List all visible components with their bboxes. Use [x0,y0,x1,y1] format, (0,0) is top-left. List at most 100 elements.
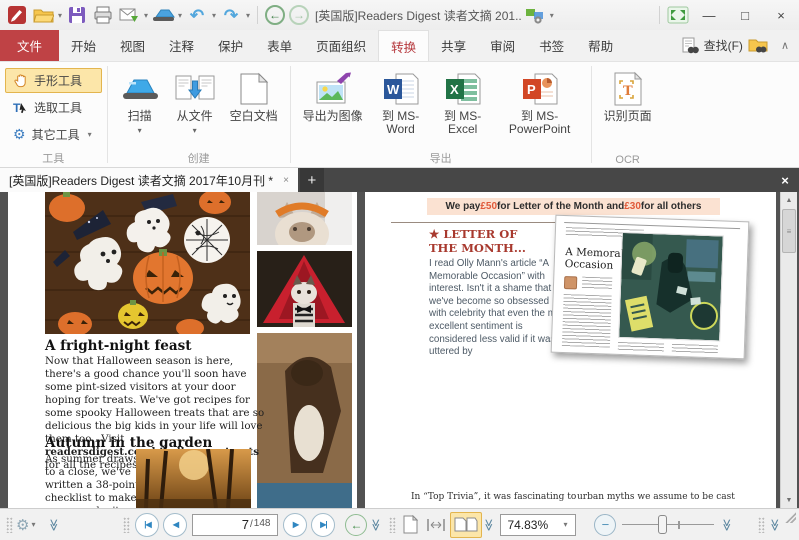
ocr-pages-button[interactable]: T 识别页面 [597,65,659,123]
scan-quick-button[interactable] [150,2,176,28]
tab-organize[interactable]: 页面组织 [304,30,378,61]
expand-view-chevron[interactable]: ≫ [482,518,496,532]
tab-protect[interactable]: 保护 [206,30,255,61]
export-image-button[interactable]: 导出为图像 [296,65,370,123]
dog-photo [257,333,352,508]
titlebar-separator [659,6,660,24]
from-file-dropdown-caret[interactable]: ▾ [193,124,197,137]
document-tab-title: [英国版]Readers Digest 读者文摘 2017年10月刊 * [9,172,273,189]
collapse-ribbon-button[interactable]: ∧ [781,39,789,52]
open-file-dropdown[interactable]: ▾ [56,11,64,20]
email-button[interactable] [116,2,142,28]
toolbar-grip[interactable] [389,517,396,533]
document-tab-close-icon[interactable]: × [283,175,289,186]
status-gear-dropdown[interactable]: ▾ [29,520,37,529]
view-options-icon[interactable] [522,2,548,28]
redo-button[interactable]: ↷ [218,2,244,28]
cat-cape-photo [257,251,352,327]
find-document-icon[interactable] [681,37,699,55]
select-tool-button[interactable]: T 选取工具 [5,95,102,120]
scan-dropdown[interactable]: ▾ [176,11,184,20]
find-label[interactable]: 查找(F) [704,37,743,54]
scan-label: 扫描 [128,110,152,123]
tab-view[interactable]: 视图 [108,30,157,61]
document-view[interactable]: A fright-night feast Now that Halloween … [0,192,799,508]
fit-width-button[interactable] [422,512,450,538]
other-tools-button[interactable]: ⚙ 其它工具 ▾ [5,122,102,147]
two-page-view-button[interactable] [450,512,482,538]
letter-body: I read Olly Mann's article “A Memorable … [429,258,569,359]
group-label-create: 创建 [108,150,290,166]
open-file-button[interactable] [30,2,56,28]
first-page-button[interactable]: |◀ [135,513,159,537]
scan-dropdown-caret[interactable]: ▾ [138,124,142,137]
window-close-button[interactable]: × [763,2,799,28]
scroll-down-arrow[interactable]: ▼ [781,492,797,508]
tab-file[interactable]: 文件 [0,30,59,61]
tab-home[interactable]: 开始 [59,30,108,61]
scrollbar-thumb[interactable]: ≡ [782,209,796,253]
print-button[interactable] [90,2,116,28]
status-gear-icon[interactable]: ⚙ [16,516,29,534]
previous-page-button[interactable]: ◀ [163,513,187,537]
from-file-label: 从文件 [177,110,213,123]
zoom-level-select[interactable]: 74.83% ▾ [500,514,576,536]
export-ppt-button[interactable]: P 到 MS-PowerPoint [494,65,586,136]
expand-toolbar-chevron[interactable]: ≫ [47,518,61,532]
toolbar-grip[interactable] [758,517,765,533]
tab-share[interactable]: 共享 [429,30,478,61]
from-file-button[interactable]: 从文件 ▾ [167,65,223,137]
toolbar-grip[interactable] [6,517,13,533]
search-folder-icon[interactable] [748,37,768,54]
history-forward-button[interactable]: → [289,5,309,25]
group-label-ocr: OCR [592,154,664,166]
hand-icon [13,73,28,89]
expand-nav-chevron[interactable]: ≫ [369,518,383,532]
email-dropdown[interactable]: ▾ [142,11,150,20]
previous-view-button[interactable]: ← [345,514,367,536]
hand-tool-button[interactable]: 手形工具 [5,68,102,93]
tab-help[interactable]: 帮助 [576,30,625,61]
expand-zoom-chevron[interactable]: ≫ [720,518,734,532]
scroll-up-arrow[interactable]: ▲ [781,192,797,208]
toolbar-grip[interactable] [123,517,130,533]
tab-comment[interactable]: 注释 [157,30,206,61]
ocr-icon: T [612,68,644,110]
excel-letter: X [450,82,459,97]
view-options-dropdown[interactable]: ▾ [548,11,556,20]
zoom-out-button[interactable]: − [594,514,616,536]
last-page-button[interactable]: ▶| [311,513,335,537]
expand-corner-chevron[interactable]: ≫ [768,518,782,532]
fullscreen-button[interactable] [665,2,691,28]
next-page-button[interactable]: ▶ [283,513,307,537]
tab-review[interactable]: 审阅 [478,30,527,61]
window-maximize-button[interactable]: □ [727,2,763,28]
export-word-button[interactable]: W 到 MS-Word [370,65,432,136]
undo-button[interactable]: ↶ [184,2,210,28]
tab-form[interactable]: 表单 [255,30,304,61]
redo-dropdown[interactable]: ▾ [244,11,252,20]
fit-page-button[interactable] [399,512,422,538]
window-minimize-button[interactable]: — [691,2,727,28]
other-tools-dropdown[interactable]: ▾ [86,130,94,139]
tab-convert[interactable]: 转换 [378,30,429,61]
export-excel-button[interactable]: X 到 MS-Excel [432,65,494,136]
history-back-button[interactable]: ← [265,5,285,25]
other-tools-label: 其它工具 [32,126,80,143]
new-tab-button[interactable]: + [300,168,324,192]
zoom-slider[interactable] [620,513,716,537]
resize-grip[interactable] [784,511,796,523]
zoom-dropdown[interactable]: ▾ [561,520,569,529]
tab-bookmarks[interactable]: 书签 [527,30,576,61]
letter-fragment-right: urban myths we assume to be cast [577,492,735,502]
document-tab[interactable]: [英国版]Readers Digest 读者文摘 2017年10月刊 * × [0,168,298,192]
blank-document-button[interactable]: 空白文档 [223,65,285,123]
ms-powerpoint-icon: P [521,68,559,110]
tabbar-close-button[interactable]: × [771,168,799,192]
zoom-slider-handle[interactable] [658,515,667,534]
vertical-scrollbar[interactable]: ▲ ≡ ▼ [780,192,797,508]
page-number-input[interactable]: 7 / 148 [192,514,278,536]
save-button[interactable] [64,2,90,28]
scan-button-large[interactable]: 扫描 ▾ [113,65,167,137]
undo-dropdown[interactable]: ▾ [210,11,218,20]
